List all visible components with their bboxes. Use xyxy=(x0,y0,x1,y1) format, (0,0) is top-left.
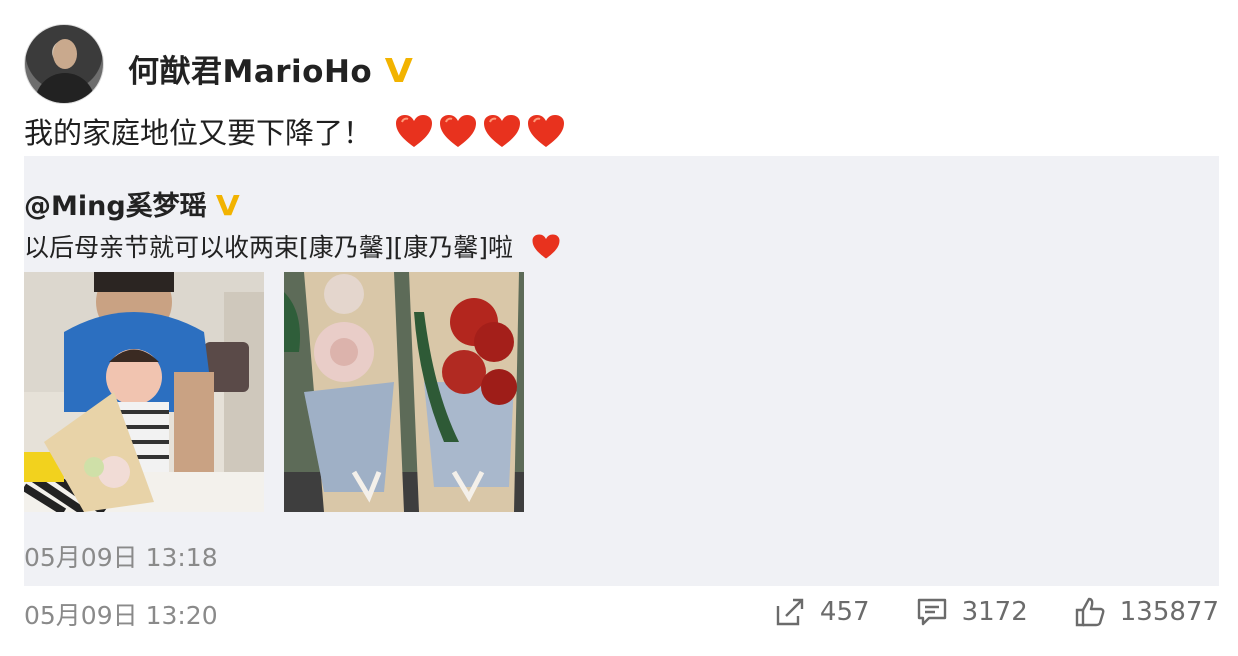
heart-icon xyxy=(528,115,565,147)
repost-button[interactable]: 457 xyxy=(774,596,870,628)
photo-father-child-image xyxy=(24,272,264,512)
repost-author[interactable]: @Ming奚梦瑶 V xyxy=(24,184,240,223)
post-footer: 05月09日 13:20 457 3172 135877 xyxy=(24,596,1219,636)
author-name-text[interactable]: 何猷君MarioHo xyxy=(128,54,372,90)
author-name[interactable]: 何猷君MarioHo V xyxy=(128,46,414,91)
repost-photo-bouquets[interactable] xyxy=(284,272,524,512)
like-button[interactable]: 135877 xyxy=(1074,596,1219,628)
share-icon xyxy=(776,598,804,626)
action-bar: 457 3172 135877 xyxy=(728,596,1219,628)
repost-timestamp[interactable]: 05月09日 13:18 xyxy=(24,538,218,574)
like-icon xyxy=(1075,597,1105,627)
heart-icon xyxy=(484,115,521,147)
heart-icon xyxy=(532,234,560,258)
avatar-face xyxy=(53,39,77,69)
weibo-post: 何猷君MarioHo V 我的家庭地位又要下降了！ @Ming奚梦瑶 V 以后母亲节… xyxy=(0,0,1238,656)
heart-icon xyxy=(396,115,433,147)
verified-icon: V xyxy=(215,189,240,222)
heart-icon xyxy=(440,115,477,147)
post-text-content: 我的家庭地位又要下降了！ xyxy=(24,116,373,150)
heart-emoji-group xyxy=(394,113,566,149)
like-count: 135877 xyxy=(1119,597,1219,627)
post-text: 我的家庭地位又要下降了！ xyxy=(24,110,566,152)
comment-count: 3172 xyxy=(961,597,1028,627)
verified-icon: V xyxy=(384,51,414,90)
repost-card[interactable]: @Ming奚梦瑶 V 以后母亲节就可以收两束[康乃馨][康乃馨]啦 05月09日… xyxy=(24,156,1219,586)
comment-button[interactable]: 3172 xyxy=(916,596,1028,628)
comment-icon xyxy=(917,598,946,626)
post-timestamp[interactable]: 05月09日 13:20 xyxy=(24,596,218,632)
repost-text-content: 以后母亲节就可以收两束[康乃馨][康乃馨]啦 xyxy=(24,233,514,262)
photo-bouquets-image xyxy=(284,272,524,512)
avatar-shirt xyxy=(35,73,95,103)
repost-author-name[interactable]: @Ming奚梦瑶 xyxy=(24,191,207,222)
repost-text: 以后母亲节就可以收两束[康乃馨][康乃馨]啦 xyxy=(24,228,561,264)
avatar[interactable] xyxy=(24,24,104,104)
repost-photo-father-and-child[interactable] xyxy=(24,272,264,512)
repost-count: 457 xyxy=(819,597,870,627)
